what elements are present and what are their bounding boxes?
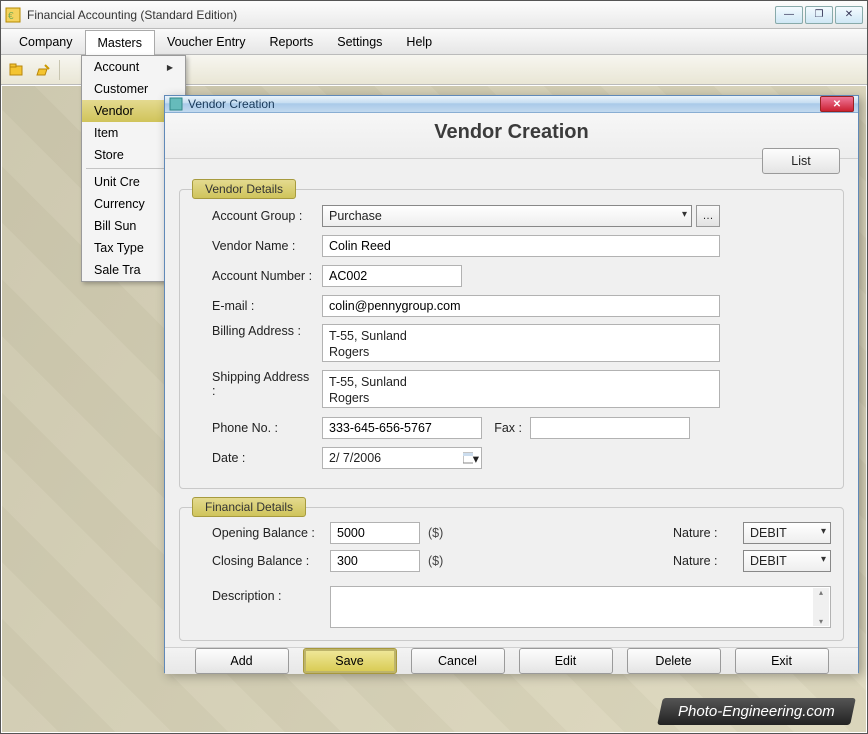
vendor-creation-dialog: Vendor Creation ✕ Vendor Creation List V… <box>164 95 859 673</box>
menu-masters[interactable]: Masters <box>85 30 155 55</box>
menu-reports[interactable]: Reports <box>257 29 325 54</box>
opening-balance-input[interactable] <box>330 522 420 544</box>
dialog-heading: Vendor Creation <box>165 113 858 159</box>
menu-settings[interactable]: Settings <box>325 29 394 54</box>
save-button[interactable]: Save <box>303 648 397 674</box>
menu-company[interactable]: Company <box>7 29 85 54</box>
phone-label: Phone No. : <box>192 421 322 435</box>
email-label: E-mail : <box>192 299 322 313</box>
date-value: 2/ 7/2006 <box>329 451 381 465</box>
edit-button[interactable]: Edit <box>519 648 613 674</box>
phone-input[interactable] <box>322 417 482 439</box>
svg-text:€: € <box>8 11 14 22</box>
dialog-titlebar: Vendor Creation ✕ <box>165 96 858 113</box>
date-label: Date : <box>192 451 322 465</box>
toolbar-separator <box>59 60 60 80</box>
dialog-close-button[interactable]: ✕ <box>820 96 854 112</box>
shipping-address-label: Shipping Address : <box>192 370 322 398</box>
account-number-input[interactable] <box>322 265 462 287</box>
fax-input[interactable] <box>530 417 690 439</box>
closing-nature-select[interactable]: DEBIT <box>743 550 831 572</box>
calendar-icon[interactable]: ▾ <box>463 448 479 468</box>
fax-label: Fax : <box>482 421 530 435</box>
description-textarea[interactable]: ▴▾ <box>330 586 831 628</box>
dialog-body: Vendor Creation List Vendor Details Acco… <box>165 113 858 647</box>
vendor-name-label: Vendor Name : <box>192 239 322 253</box>
vendor-name-input[interactable] <box>322 235 720 257</box>
list-button[interactable]: List <box>762 148 840 174</box>
maximize-button[interactable]: ❐ <box>805 6 833 24</box>
window-controls: — ❐ ✕ <box>775 6 863 24</box>
exit-button[interactable]: Exit <box>735 648 829 674</box>
opening-currency-label: ($) <box>420 526 460 540</box>
toolbar-open-icon[interactable] <box>5 59 29 81</box>
main-window: € Financial Accounting (Standard Edition… <box>0 0 868 734</box>
billing-address-input[interactable]: T-55, Sunland Rogers <box>322 324 720 362</box>
opening-nature-label: Nature : <box>673 526 743 540</box>
close-button[interactable]: ✕ <box>835 6 863 24</box>
app-icon: € <box>5 7 21 23</box>
menu-voucher-entry[interactable]: Voucher Entry <box>155 29 258 54</box>
account-group-browse-button[interactable]: … <box>696 205 720 227</box>
date-input[interactable]: 2/ 7/2006 ▾ <box>322 447 482 469</box>
dialog-button-bar: Add Save Cancel Edit Delete Exit <box>165 647 858 674</box>
vendor-details-group: Vendor Details Account Group : Purchase … <box>179 189 844 489</box>
account-number-label: Account Number : <box>192 269 322 283</box>
dropdown-item-account[interactable]: Account <box>82 56 185 78</box>
account-group-label: Account Group : <box>192 209 322 223</box>
toolbar-edit-icon[interactable] <box>31 59 55 81</box>
opening-balance-label: Opening Balance : <box>192 526 330 540</box>
app-title: Financial Accounting (Standard Edition) <box>27 8 775 22</box>
opening-nature-select[interactable]: DEBIT <box>743 522 831 544</box>
delete-button[interactable]: Delete <box>627 648 721 674</box>
financial-details-label: Financial Details <box>192 497 306 517</box>
minimize-button[interactable]: — <box>775 6 803 24</box>
cancel-button[interactable]: Cancel <box>411 648 505 674</box>
dialog-icon <box>169 97 183 111</box>
vendor-details-label: Vendor Details <box>192 179 296 199</box>
email-input[interactable] <box>322 295 720 317</box>
description-scrollbar[interactable]: ▴▾ <box>813 588 829 626</box>
closing-balance-input[interactable] <box>330 550 420 572</box>
titlebar: € Financial Accounting (Standard Edition… <box>1 1 867 29</box>
closing-nature-label: Nature : <box>673 554 743 568</box>
menubar: CompanyMastersVoucher EntryReportsSettin… <box>1 29 867 55</box>
menu-help[interactable]: Help <box>394 29 444 54</box>
dialog-title: Vendor Creation <box>188 97 820 111</box>
billing-address-label: Billing Address : <box>192 324 322 338</box>
closing-currency-label: ($) <box>420 554 460 568</box>
watermark: Photo-Engineering.com <box>657 698 856 725</box>
account-group-select[interactable]: Purchase <box>322 205 692 227</box>
financial-details-group: Financial Details Opening Balance : ($) … <box>179 507 844 641</box>
closing-balance-label: Closing Balance : <box>192 554 330 568</box>
shipping-address-input[interactable]: T-55, Sunland Rogers <box>322 370 720 408</box>
description-label: Description : <box>192 586 330 603</box>
add-button[interactable]: Add <box>195 648 289 674</box>
